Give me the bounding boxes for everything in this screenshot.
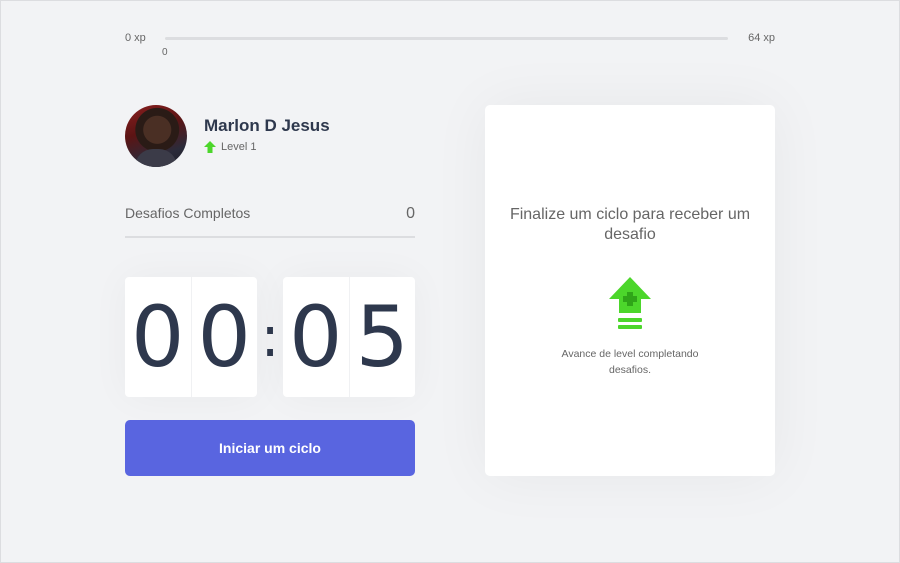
profile-name: Marlon D Jesus <box>204 116 330 135</box>
xp-current-label: 0 <box>162 47 168 58</box>
completed-challenges-label: Desafios Completos <box>125 205 251 221</box>
countdown: 0 0 : 0 5 <box>125 277 415 397</box>
xp-max-label: 64 xp <box>748 32 775 44</box>
app-frame: 0 xp 0 64 xp Marlon D Jesus Level 1 Desa… <box>0 0 900 563</box>
completed-challenges: Desafios Completos 0 <box>125 205 415 238</box>
second-digit-left: 0 <box>283 277 350 397</box>
xp-min-label: 0 xp <box>125 32 146 44</box>
xp-progress-track <box>165 37 728 40</box>
avatar <box>125 105 187 167</box>
countdown-separator: : <box>260 304 280 370</box>
countdown-minutes: 0 0 <box>125 277 257 397</box>
profile: Marlon D Jesus Level 1 <box>125 105 415 167</box>
start-cycle-button[interactable]: Iniciar um ciclo <box>125 420 415 476</box>
completed-challenges-value: 0 <box>406 205 415 222</box>
minute-digit-right: 0 <box>197 288 251 386</box>
up-arrow-icon <box>204 141 216 153</box>
profile-level: Level 1 <box>204 141 256 153</box>
challenge-box-title: Finalize um ciclo para receber um desafi… <box>509 206 751 243</box>
challenge-box-description: Avance de level completando desafios. <box>561 348 699 376</box>
challenge-box: Finalize um ciclo para receber um desafi… <box>485 105 775 476</box>
level-up-icon <box>609 277 651 335</box>
minute-digit-left: 0 <box>125 277 192 397</box>
experience-bar: 0 xp 0 64 xp <box>125 29 775 59</box>
level-label: Level 1 <box>221 141 257 153</box>
countdown-seconds: 0 5 <box>283 277 415 397</box>
second-digit-right: 5 <box>355 288 409 386</box>
